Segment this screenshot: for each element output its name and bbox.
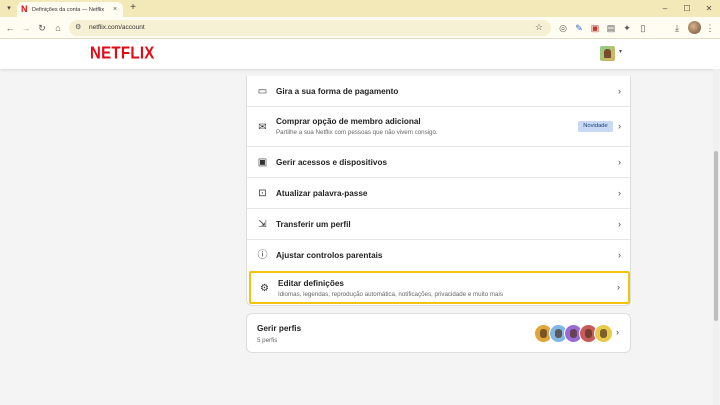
page-scrollbar[interactable] — [713, 69, 719, 405]
bookmark-star-icon[interactable]: ☆ — [535, 22, 543, 33]
chevron-right-icon: › — [618, 188, 621, 198]
profile-avatar-5 — [594, 324, 613, 343]
close-window-button[interactable]: ✕ — [698, 0, 720, 17]
browser-tab[interactable]: N Definições da conta — Netflix × — [17, 2, 123, 17]
chevron-right-icon: › — [618, 250, 621, 260]
chevron-right-icon: › — [618, 219, 621, 229]
tab-close-icon[interactable]: × — [111, 6, 119, 13]
settings-item-label: Atualizar palavra-passe — [276, 189, 368, 198]
pen-icon[interactable]: ✎ — [573, 22, 585, 34]
forward-icon[interactable]: → — [20, 22, 32, 34]
settings-item-label: Comprar opção de membro adicional — [276, 117, 421, 126]
chevron-right-icon: › — [617, 282, 620, 292]
settings-item-edit-settings[interactable]: ⚙ Editar definições Idiomas, legendas, r… — [249, 271, 630, 304]
sidebar-icon[interactable]: ▯ — [637, 22, 649, 34]
netflix-header: NETFLIX ▾ — [0, 39, 720, 69]
settings-item-label: Gira a sua forma de pagamento — [276, 87, 399, 96]
lock-icon: ⊡ — [258, 188, 267, 199]
settings-item-devices[interactable]: ▣ Gerir acessos e dispositivos › — [247, 147, 632, 178]
reload-icon[interactable]: ↻ — [36, 22, 48, 34]
settings-item-label: Ajustar controlos parentais — [276, 251, 383, 260]
settings-item-payment[interactable]: ▭ Gira a sua forma de pagamento › — [247, 76, 632, 107]
settings-item-label: Gerir acessos e dispositivos — [276, 158, 388, 167]
tab-search-icon[interactable]: ▾ — [3, 3, 15, 14]
camera-icon[interactable]: ◎ — [557, 22, 569, 34]
settings-item-password[interactable]: ⊡ Atualizar palavra-passe › — [247, 178, 632, 209]
maximize-button[interactable]: ☐ — [676, 0, 698, 17]
scrollbar-thumb[interactable] — [714, 151, 718, 321]
translate-icon[interactable]: ▤ — [605, 22, 617, 34]
address-url[interactable]: netflix.com/account — [89, 24, 145, 31]
back-icon[interactable]: ← — [4, 22, 16, 34]
settings-item-description: Idiomas, legendas, reprodução automática… — [278, 291, 503, 298]
puzzle-icon[interactable]: ✦ — [621, 22, 633, 34]
new-tab-button[interactable]: + — [127, 2, 139, 14]
transfer-icon: ⇲ — [258, 219, 267, 230]
chevron-right-icon: › — [618, 86, 621, 96]
home-icon[interactable]: ⌂ — [52, 22, 64, 34]
profiles-count: 5 perfis — [257, 337, 278, 344]
netflix-logo[interactable]: NETFLIX — [90, 44, 155, 64]
browser-toolbar: ← → ↻ ⌂ ⚙ netflix.com/account ☆ ◎ ✎ ▣ ▤ … — [0, 17, 720, 39]
alert-icon: ⓘ — [257, 250, 268, 261]
site-info-icon[interactable]: ⚙ — [75, 23, 85, 33]
tab-title: Definições da conta — Netflix — [32, 6, 105, 13]
settings-item-extra-member[interactable]: ✉ Comprar opção de membro adicional Part… — [247, 107, 632, 147]
card-icon: ▭ — [257, 86, 268, 97]
account-settings-list: ▭ Gira a sua forma de pagamento › ✉ Comp… — [246, 76, 632, 306]
settings-item-description: Partilhe a sua Netflix com pessoas que n… — [276, 129, 438, 136]
devices-icon: ▣ — [257, 157, 268, 168]
minimize-button[interactable]: – — [654, 0, 676, 17]
browser-profile-avatar[interactable] — [688, 21, 701, 34]
browser-tabstrip: ▾ N Definições da conta — Netflix × + – … — [0, 0, 720, 17]
extension-icon[interactable]: ▣ — [589, 22, 601, 34]
envelope-icon: ✉ — [258, 122, 267, 133]
settings-item-parental-controls[interactable]: ⓘ Ajustar controlos parentais › — [247, 240, 632, 271]
profile-avatars — [534, 324, 614, 344]
manage-profiles-card[interactable]: Gerir perfis 5 perfis › — [246, 313, 631, 353]
manage-profiles-title: Gerir perfis — [257, 324, 302, 333]
browser-menu-icon[interactable]: ⋮ — [704, 22, 716, 34]
chevron-right-icon: › — [618, 157, 621, 167]
netflix-favicon-icon: N — [21, 4, 28, 14]
settings-item-transfer-profile[interactable]: ⇲ Transferir um perfil › — [247, 209, 632, 240]
chevron-right-icon: › — [616, 327, 619, 337]
address-bar[interactable]: ⚙ netflix.com/account ☆ — [69, 20, 551, 36]
new-badge: Novidade — [578, 121, 613, 132]
profile-menu-caret-icon[interactable]: ▾ — [619, 48, 622, 55]
download-icon[interactable]: ⤓ — [671, 22, 683, 34]
gear-icon: ⚙ — [260, 283, 269, 294]
settings-item-label: Editar definições — [278, 279, 344, 288]
profile-avatar[interactable] — [600, 46, 615, 61]
settings-item-label: Transferir um perfil — [276, 220, 351, 229]
chevron-right-icon: › — [618, 121, 621, 131]
window-controls: – ☐ ✕ — [654, 0, 720, 17]
